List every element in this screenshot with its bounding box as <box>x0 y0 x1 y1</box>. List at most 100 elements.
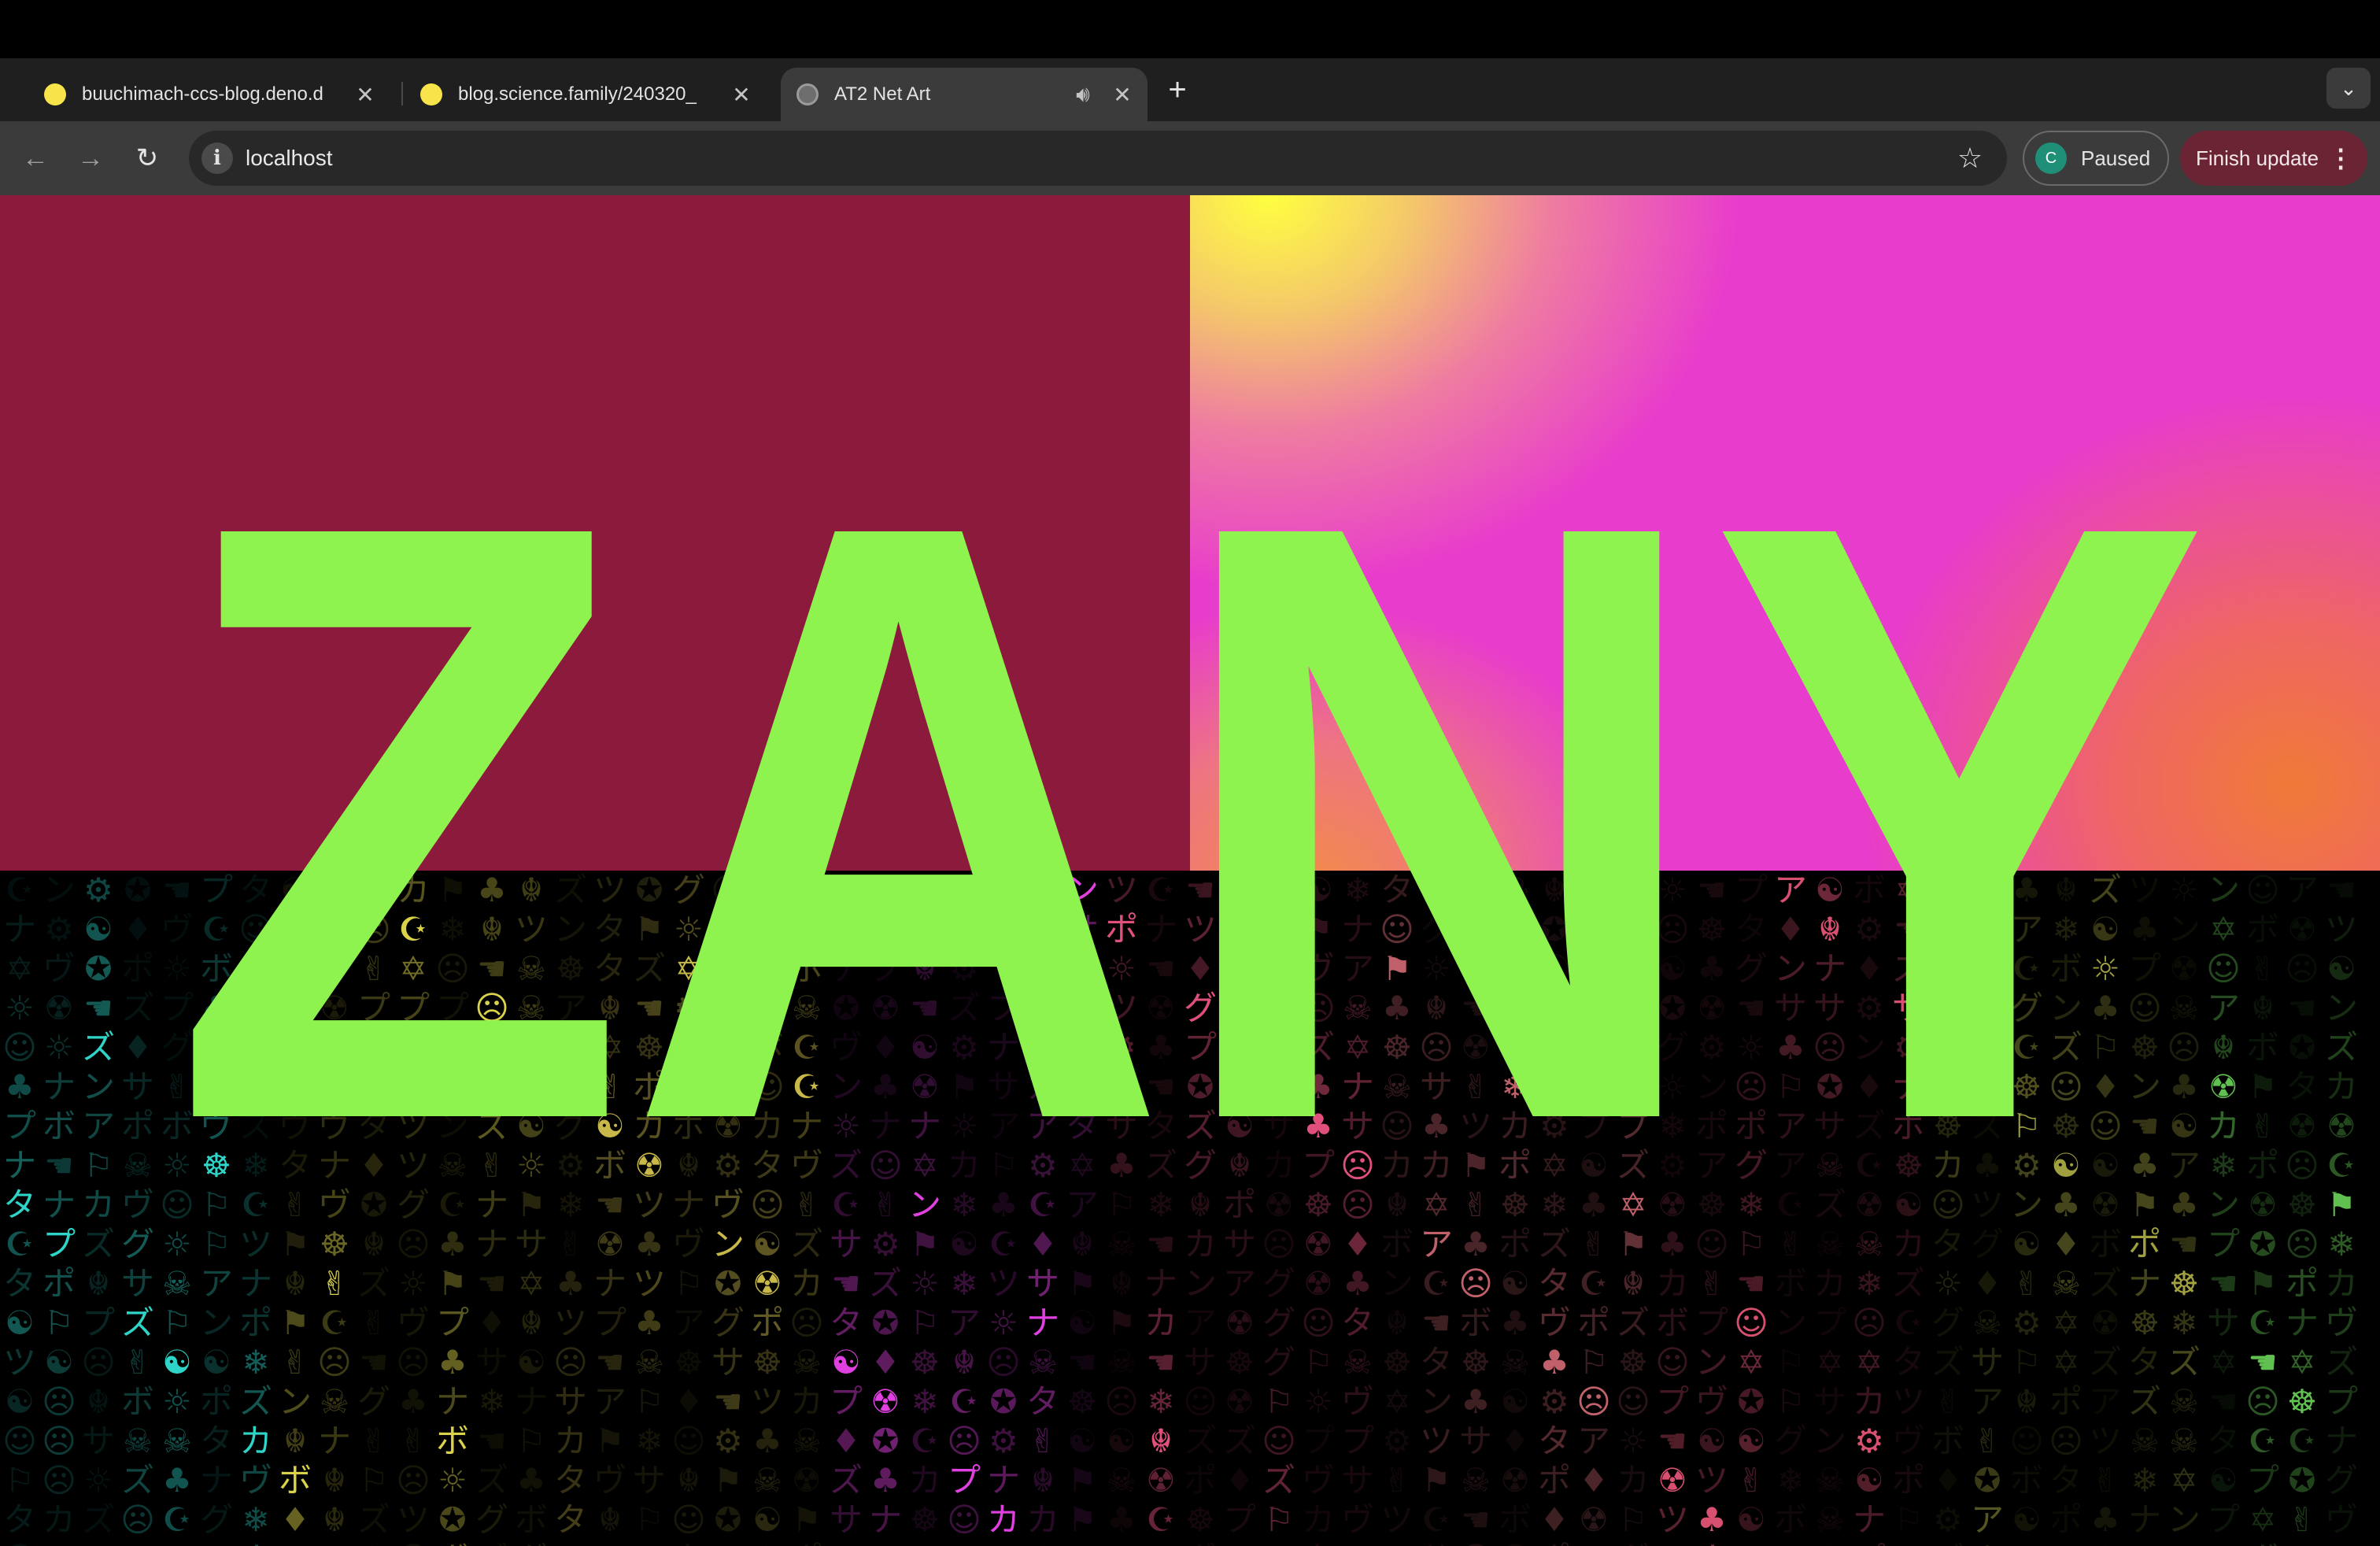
glyph: ナ <box>1262 1028 1295 1067</box>
glyph-column: ♣ア☪グ☪☸⚐⚙ン☯✌⚙⚐☬☺ボ☯✌ <box>2008 871 2046 1546</box>
glyph: ☯ <box>5 1382 35 1421</box>
glyph: ☸ <box>2130 1304 2160 1342</box>
more-menu-icon[interactable]: ⋮ <box>2328 143 2353 173</box>
glyph: タ <box>553 1461 587 1500</box>
glyph: サ <box>1419 1067 1453 1106</box>
glyph: ❄ <box>1737 1185 1765 1224</box>
tab-search-button[interactable]: ⌄ <box>2326 68 2371 109</box>
site-info-icon[interactable]: i <box>201 142 233 174</box>
bookmark-star-icon[interactable]: ☆ <box>1952 140 1988 176</box>
new-tab-button[interactable]: + <box>1160 72 1195 107</box>
glyph: ☢ <box>44 989 74 1027</box>
glyph: ズ <box>475 1461 508 1500</box>
glyph: ☼ <box>162 1146 192 1185</box>
close-tab-icon[interactable]: ✕ <box>1108 80 1136 109</box>
reload-icon: ↻ <box>135 143 159 173</box>
gradient-yellow-glow <box>1190 195 1741 589</box>
glyph: ☸ <box>1067 949 1097 988</box>
glyph: ☺ <box>238 910 273 949</box>
glyph: ポ <box>1576 1304 1610 1342</box>
glyph: ☠ <box>792 989 822 1027</box>
glyph: ☯ <box>2090 910 2120 949</box>
glyph: タ <box>2127 1343 2161 1381</box>
address-url[interactable]: localhost <box>246 131 333 186</box>
glyph: ⚙ <box>1854 910 1884 949</box>
glyph: ⚐ <box>1221 1540 1258 1546</box>
glyph: ☚ <box>2130 1107 2160 1145</box>
glyph: ♣ <box>634 1225 664 1263</box>
glyph: ☚ <box>1461 989 1491 1027</box>
glyph: グ <box>553 1107 587 1145</box>
glyph: サ <box>396 1067 430 1106</box>
glyph: グ <box>396 1185 430 1224</box>
glyph: ☚ <box>1146 1067 1176 1106</box>
glyph: ア <box>2167 1146 2201 1185</box>
glyph: カ <box>1655 1264 1689 1303</box>
glyph: ナ <box>1891 1067 1925 1106</box>
glyph: ツ <box>2088 1422 2122 1460</box>
glyph: ☸ <box>1697 910 1727 949</box>
profile-button[interactable]: C Paused <box>2023 131 2169 186</box>
glyph: ボ <box>1852 871 1886 909</box>
glyph: ✡ <box>2052 1304 2080 1342</box>
glyph: ☠ <box>870 871 900 909</box>
glyph: ✡ <box>1816 1343 1844 1381</box>
glyph: ❄ <box>635 1422 663 1460</box>
glyph: ヴ <box>593 1461 626 1500</box>
glyph: ☠ <box>1063 1540 1101 1546</box>
glyph: ✡ <box>1540 1067 1569 1106</box>
glyph: ア <box>199 1264 233 1303</box>
glyph: ☹ <box>553 1343 588 1381</box>
glyph: ☬ <box>1031 1461 1055 1500</box>
glyph: ☸ <box>320 1225 349 1263</box>
glyph-column: ☬✪☺❄✪✡⚙✡❄ズタヴ♣⚙タポ♦ポ <box>1536 871 1573 1546</box>
glyph-column: ツポ☼ツ⚙☠サ♣⚐☠☬⚑☠☹☯☠♣⚙ <box>1103 871 1140 1546</box>
finish-update-button[interactable]: Finish update ⋮ <box>2180 131 2367 186</box>
close-tab-icon[interactable]: ✕ <box>351 80 379 109</box>
glyph: ❄ <box>2327 1225 2356 1263</box>
glyph: ✪ <box>2288 1461 2316 1500</box>
glyph-column: ☺ボ✌☬ボ⚑✌ポ☢✪⚑☪☚☹☪プ✡ボ <box>2244 871 2282 1546</box>
glyph: ✡ <box>1540 1146 1569 1185</box>
glyph: ☸ <box>1933 1107 1963 1145</box>
tab-buuchimach-blog[interactable]: buuchimach-ccs-blog.deno.d ✕ <box>31 68 390 121</box>
glyph: ☯ <box>831 1343 861 1381</box>
glyph: ヴ <box>1222 989 1256 1027</box>
glyph: ⚑ <box>827 1540 865 1546</box>
glyph: グ <box>1931 1304 1964 1342</box>
reload-button[interactable]: ↻ <box>128 139 167 178</box>
glyph: ☯ <box>910 1028 940 1067</box>
glyph: ♣ <box>1382 989 1412 1027</box>
back-button[interactable]: ← <box>16 139 55 178</box>
glyph: ☢ <box>752 1264 782 1303</box>
glyph: ☢ <box>2287 1107 2317 1145</box>
glyph: ☚ <box>1461 1500 1491 1539</box>
address-bar[interactable]: i localhost ☆ <box>189 131 2007 186</box>
glyph: プ <box>1222 1500 1256 1539</box>
forward-button[interactable]: → <box>71 139 110 178</box>
glyph: ナ <box>593 1264 626 1303</box>
glyph: ☹ <box>1852 1304 1887 1342</box>
glyph: ✪ <box>320 1028 349 1067</box>
glyph: ボ <box>1498 1500 1532 1539</box>
glyph: サ <box>1104 1107 1138 1145</box>
glyph: ⚐ <box>359 1461 389 1500</box>
glyph: ✪ <box>1658 989 1687 1027</box>
close-tab-icon[interactable]: ✕ <box>727 80 756 109</box>
glyph: ✪ <box>1540 910 1569 949</box>
glyph: ❄ <box>1658 1107 1687 1145</box>
glyph: ⚐ <box>83 1146 113 1185</box>
tab-at2-net-art[interactable]: AT2 Net Art 🔊︎ ✕ <box>781 68 1148 121</box>
speaker-icon[interactable]: 🔊︎ <box>1069 80 1097 109</box>
glyph: ☹ <box>42 1461 76 1500</box>
glyph: ⚙ <box>1103 1540 1140 1546</box>
glyph: ☺ <box>2088 1107 2123 1145</box>
tab-science-family-blog[interactable]: blog.science.family/240320_ ✕ <box>408 68 767 121</box>
glyph: ♦ <box>1933 1461 1963 1500</box>
glyph: ヴ <box>42 949 76 988</box>
glyph: ☬ <box>519 871 543 909</box>
glyph: ☬ <box>244 949 268 988</box>
glyph: カ <box>1931 871 1964 909</box>
glyph: ✡ <box>1855 1343 1883 1381</box>
glyph: タ <box>2206 1422 2240 1460</box>
